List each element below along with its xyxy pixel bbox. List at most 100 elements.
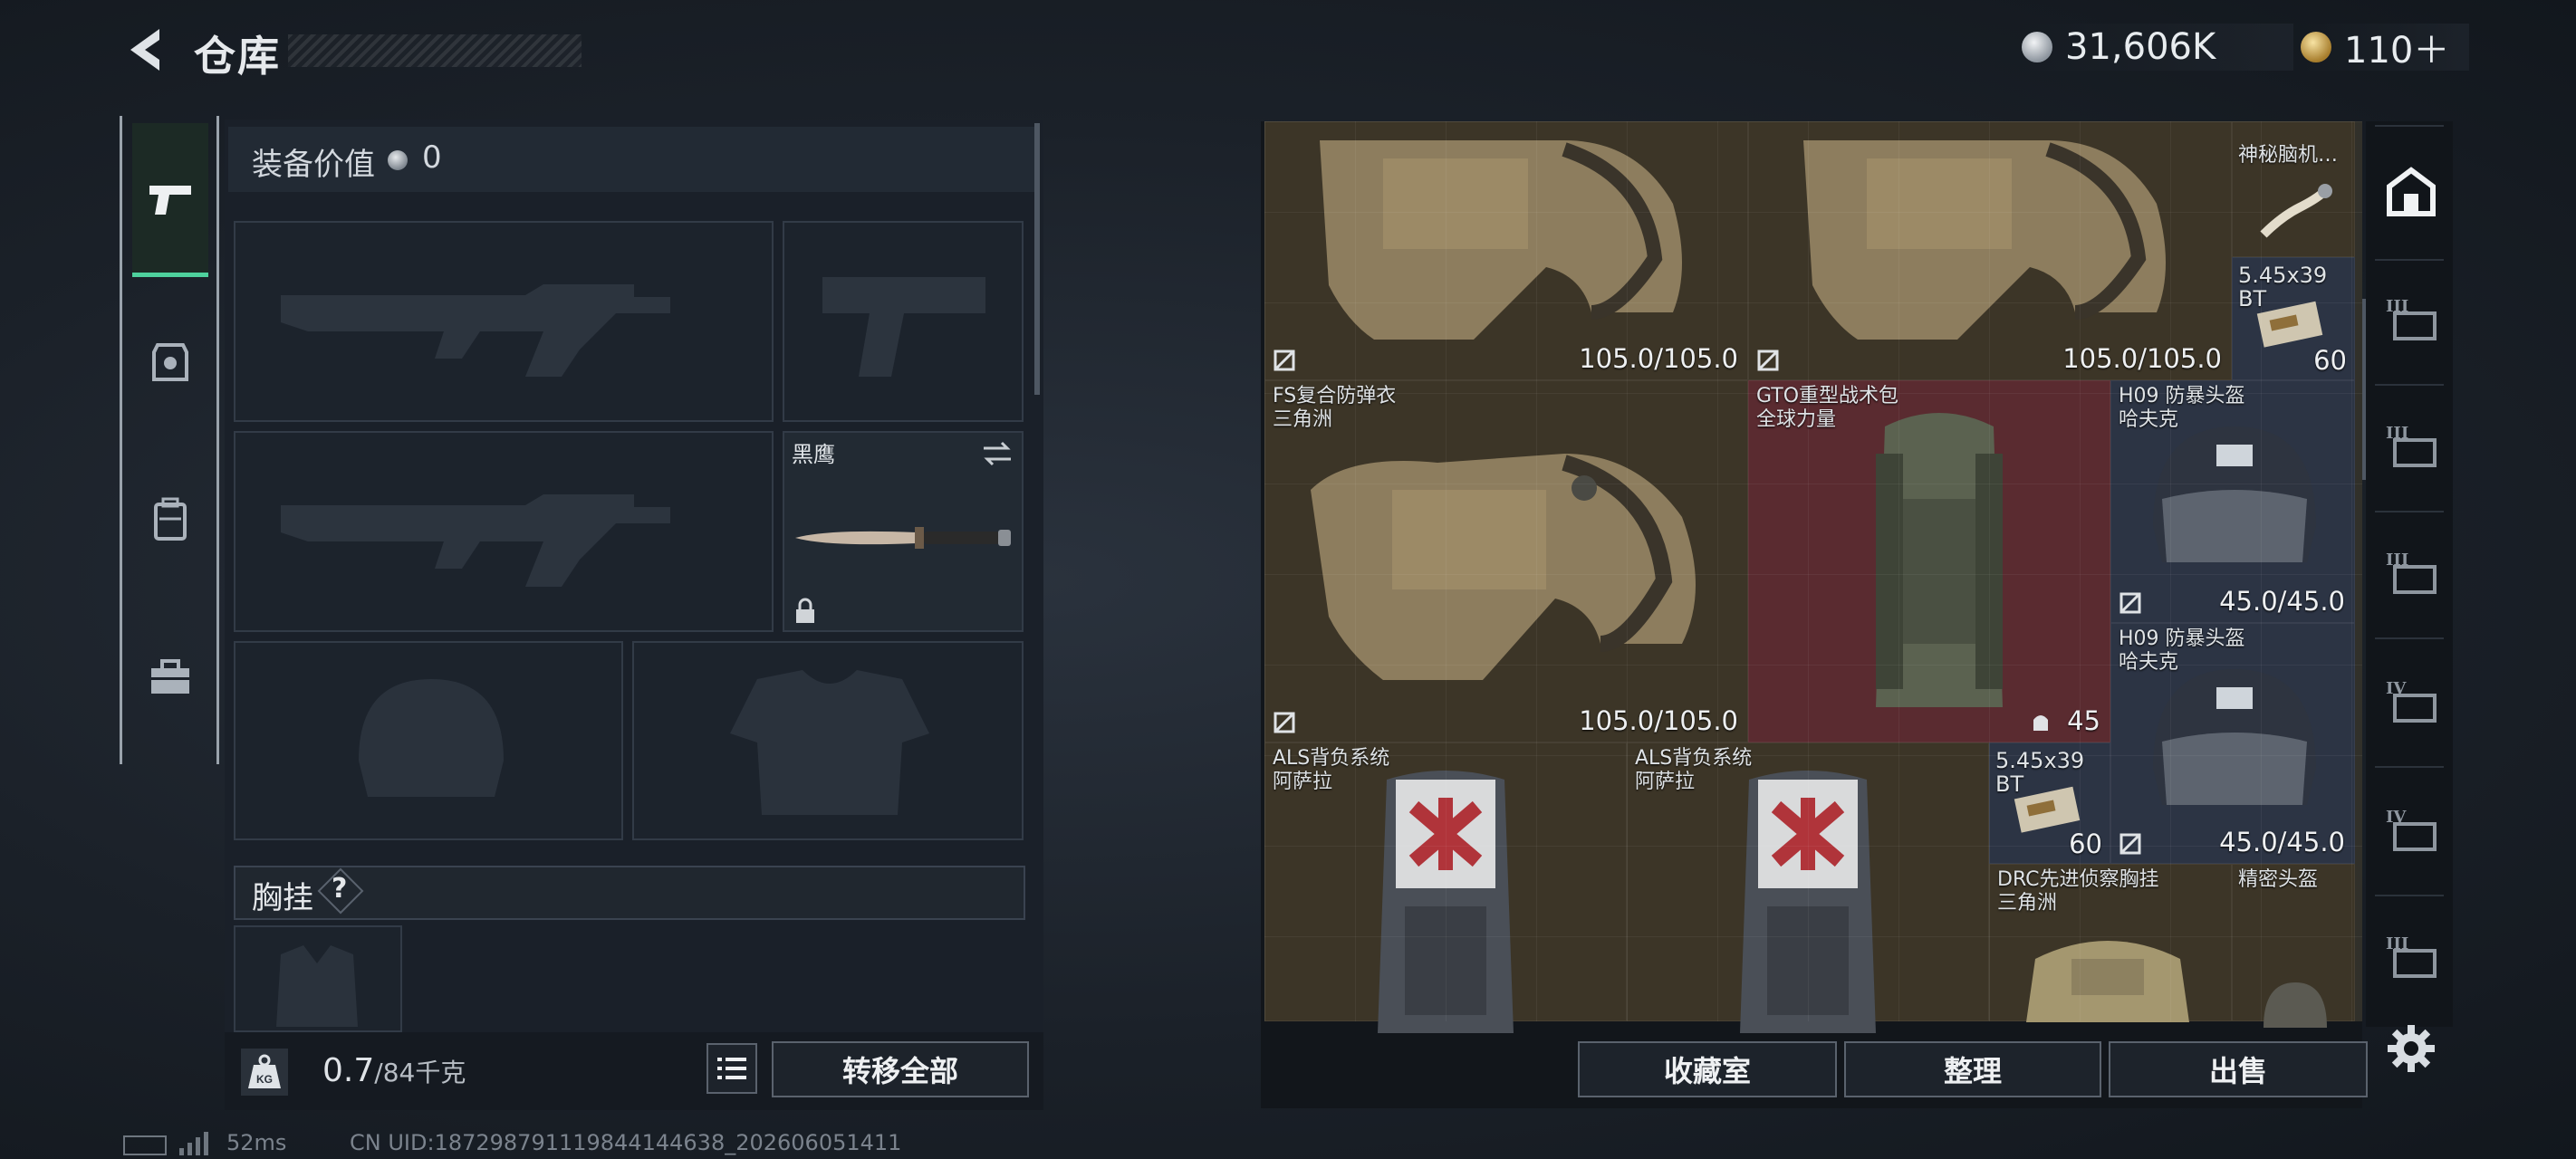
stash-page-main[interactable] (2379, 159, 2444, 225)
stash-item-fs-armor[interactable]: FS复合防弹衣 三角洲 105.0/105.0 (1264, 380, 1748, 742)
gold-amount: 110＋ (2344, 30, 2450, 72)
rail-divider (2375, 766, 2444, 768)
stash-item-h09-helmet-1[interactable]: H09 防暴头盔 哈夫克 45.0/45.0 (2110, 380, 2355, 623)
item-durability: 45.0/45.0 (2219, 586, 2345, 617)
silver-coin-icon (388, 150, 408, 170)
item-sub: 阿萨拉 (1273, 771, 1333, 793)
body-armor-icon (1803, 140, 2166, 340)
no-insure-icon (1757, 350, 1779, 371)
swap-icon[interactable] (982, 440, 1013, 467)
melee-slot[interactable]: 黑鹰 (783, 431, 1024, 632)
settings-button[interactable] (2379, 1016, 2444, 1081)
rail-divider (2375, 125, 2444, 127)
no-insure-icon (1274, 350, 1295, 371)
stash-item-brain-chip[interactable]: 神秘脑机… (2232, 121, 2355, 257)
secondary-weapon-slot[interactable] (234, 431, 774, 632)
helmet-icon (2264, 982, 2327, 1028)
stash-page-3a[interactable]: III (2379, 286, 2444, 351)
page-title: 仓库 (194, 32, 281, 81)
level-3-case-icon: III (2386, 934, 2437, 978)
silver-amount: 31,606K (2065, 26, 2216, 68)
stash-item-ammo-2[interactable]: 5.45x39 BT 60 (1989, 742, 2110, 864)
item-count: 45 (2067, 705, 2100, 736)
sell-button[interactable]: 出售 (2109, 1041, 2368, 1097)
organize-button[interactable]: 整理 (1844, 1041, 2101, 1097)
tab-armor[interactable] (132, 286, 208, 438)
item-name: FS复合防弹衣 (1273, 385, 1397, 407)
pistol-silhouette-icon (822, 277, 985, 377)
level-4-case-icon: IV (2386, 808, 2437, 851)
stash-item-ammo-1[interactable]: 5.45x39 BT 60 (2232, 257, 2355, 380)
stash-item-precision-helmet[interactable]: 精密头盔 (2232, 864, 2355, 1028)
stash-page-3d[interactable]: III (2379, 924, 2444, 989)
warehouse-icon (2387, 167, 2436, 216)
stash-item-gto-backpack[interactable]: GTO重型战术包 全球力量 45 (1748, 380, 2110, 742)
rail-divider (2375, 637, 2444, 639)
level-3-case-icon: III (2386, 551, 2437, 594)
item-name: 神秘脑机… (2238, 144, 2339, 167)
stash-page-4b[interactable]: IV (2379, 797, 2444, 862)
item-durability: 105.0/105.0 (1579, 343, 1738, 374)
item-durability: 105.0/105.0 (2062, 343, 2222, 374)
knife-icon (795, 527, 1011, 549)
tab-weapons[interactable] (132, 123, 208, 277)
title-decoration (288, 34, 582, 67)
item-sub: 全球力量 (1756, 408, 1837, 431)
item-durability: 105.0/105.0 (1579, 705, 1738, 736)
tab-case[interactable] (132, 601, 208, 753)
signal-icon (179, 1132, 212, 1155)
riot-helmet-icon (2153, 426, 2316, 562)
stash-page-3b[interactable]: III (2379, 413, 2444, 478)
vest-silhouette-icon (730, 670, 929, 815)
helmet-silhouette-icon (359, 679, 504, 797)
riot-helmet-icon (2153, 669, 2316, 805)
stash-item-als-2[interactable]: ALS背负系统 阿萨拉 (1627, 742, 1989, 1033)
list-view-button[interactable] (706, 1043, 757, 1094)
rail-divider (2375, 384, 2444, 386)
transfer-all-button[interactable]: 转移全部 (772, 1041, 1029, 1097)
helmet-slot[interactable] (234, 641, 623, 840)
item-durability: 45.0/45.0 (2219, 827, 2345, 857)
level-4-case-icon: IV (2386, 679, 2437, 723)
ammo-box-icon (2256, 301, 2323, 348)
armor-slot[interactable] (632, 641, 1024, 840)
uid-readout: CN UID:187298791119844144638_20260605141… (350, 1130, 902, 1155)
body-armor-icon (1320, 140, 1682, 340)
stash-item-armor-2[interactable]: 105.0/105.0 (1748, 121, 2232, 380)
ping-readout: 52ms (226, 1130, 287, 1155)
item-name: DRC先进侦察胸挂 (1997, 868, 2159, 891)
collection-button[interactable]: 收藏室 (1578, 1041, 1837, 1097)
chest-rig-silhouette-icon (276, 945, 358, 1027)
backpack-icon (154, 497, 187, 541)
equipment-value-label: 装备价值 (252, 147, 375, 183)
weight-value: 0.7 (322, 1052, 375, 1089)
equipment-scrollbar[interactable] (1034, 123, 1040, 395)
svg-text:KG: KG (256, 1073, 273, 1086)
stash-item-armor-1[interactable]: 105.0/105.0 (1264, 121, 1748, 380)
toolbox-icon (151, 659, 189, 694)
stash-item-als-1[interactable]: ALS背负系统 阿萨拉 (1264, 742, 1627, 1033)
item-count: 60 (2069, 829, 2102, 859)
no-insure-icon (2119, 833, 2141, 855)
pistol-slot[interactable] (783, 221, 1024, 422)
item-name: 5.45x39 (2238, 263, 2328, 288)
gold-currency[interactable]: 110＋ (2301, 24, 2469, 72)
primary-weapon-slot[interactable] (234, 221, 774, 422)
item-name: H09 防暴头盔 (2119, 385, 2245, 407)
stash-page-4a[interactable]: IV (2379, 668, 2444, 733)
weight-readout: 0.7/84千克 (322, 1052, 466, 1089)
rail-divider (2375, 259, 2444, 261)
equipment-value: 0 (422, 139, 442, 176)
back-arrow-icon[interactable] (120, 24, 172, 76)
stash-item-drc-chest-rig[interactable]: DRC先进侦察胸挂 三角洲 (1989, 864, 2232, 1022)
tab-backpack[interactable] (132, 444, 208, 596)
stash-item-h09-helmet-2[interactable]: H09 防暴头盔 哈夫克 45.0/45.0 (2110, 623, 2355, 864)
no-insure-icon (2119, 592, 2141, 614)
als-backpack-icon (1378, 771, 1514, 1033)
armor-icon (152, 343, 188, 381)
stash-page-3c[interactable]: III (2379, 540, 2444, 605)
silver-currency: 31,606K (2022, 24, 2293, 71)
brain-device-icon (2260, 184, 2332, 238)
chest-rig-slot[interactable] (234, 925, 402, 1032)
item-sub: 阿萨拉 (1635, 771, 1696, 793)
